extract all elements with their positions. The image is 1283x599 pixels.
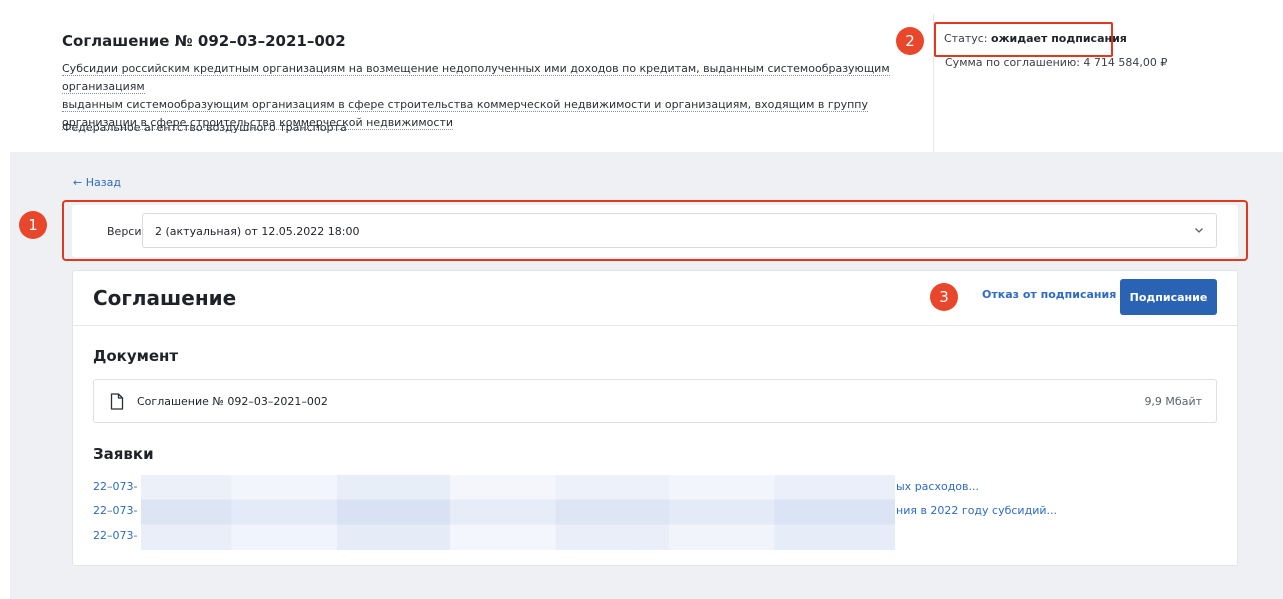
document-size: 9,9 Мбайт: [1144, 395, 1202, 408]
sum-value: 4 714 584,00 ₽: [1083, 56, 1168, 69]
back-link[interactable]: ← Назад: [73, 176, 121, 189]
application-link[interactable]: 22–073-: [93, 480, 137, 493]
card-title: Соглашение: [93, 286, 237, 310]
redacted-area: [141, 475, 895, 550]
version-selected-value: 2 (актуальная) от 12.05.2022 18:00: [155, 225, 360, 238]
file-icon: [110, 393, 124, 410]
applications-section-title: Заявки: [93, 445, 154, 463]
annotation-marker-1: 1: [19, 211, 47, 239]
sum-label: Сумма по соглашению:: [945, 56, 1080, 69]
annotation-marker-2: 2: [896, 27, 924, 55]
agreement-sum: Сумма по соглашению: 4 714 584,00 ₽: [945, 56, 1167, 69]
application-link-tail[interactable]: ых расходов...: [896, 480, 979, 493]
agreement-title: Соглашение № 092–03–2021–002: [62, 32, 346, 50]
application-link-tail[interactable]: ния в 2022 году субсидий...: [896, 504, 1057, 517]
description-line: Субсидии российским кредитным организаци…: [62, 62, 890, 94]
document-row[interactable]: Соглашение № 092–03–2021–002 9,9 Мбайт: [93, 379, 1217, 423]
description-line: выданным системообразующим организациям …: [62, 98, 869, 112]
status-badge: Статус: ожидает подписания: [934, 22, 1127, 57]
application-link[interactable]: 22–073-: [93, 529, 137, 542]
agency-name: Федеральное агентство воздушного транспо…: [62, 121, 347, 134]
version-select[interactable]: 2 (актуальная) от 12.05.2022 18:00: [142, 213, 1217, 248]
card-divider: [72, 325, 1238, 326]
sign-button[interactable]: Подписание: [1120, 279, 1217, 315]
chevron-down-icon: [1195, 228, 1203, 233]
status-value: ожидает подписания: [991, 32, 1127, 45]
document-section-title: Документ: [93, 347, 179, 365]
annotation-marker-3: 3: [930, 283, 958, 311]
document-name: Соглашение № 092–03–2021–002: [137, 395, 328, 408]
application-link[interactable]: 22–073-: [93, 504, 137, 517]
status-label: Статус:: [944, 32, 988, 45]
refuse-signing-button[interactable]: Отказ от подписания: [982, 288, 1116, 301]
